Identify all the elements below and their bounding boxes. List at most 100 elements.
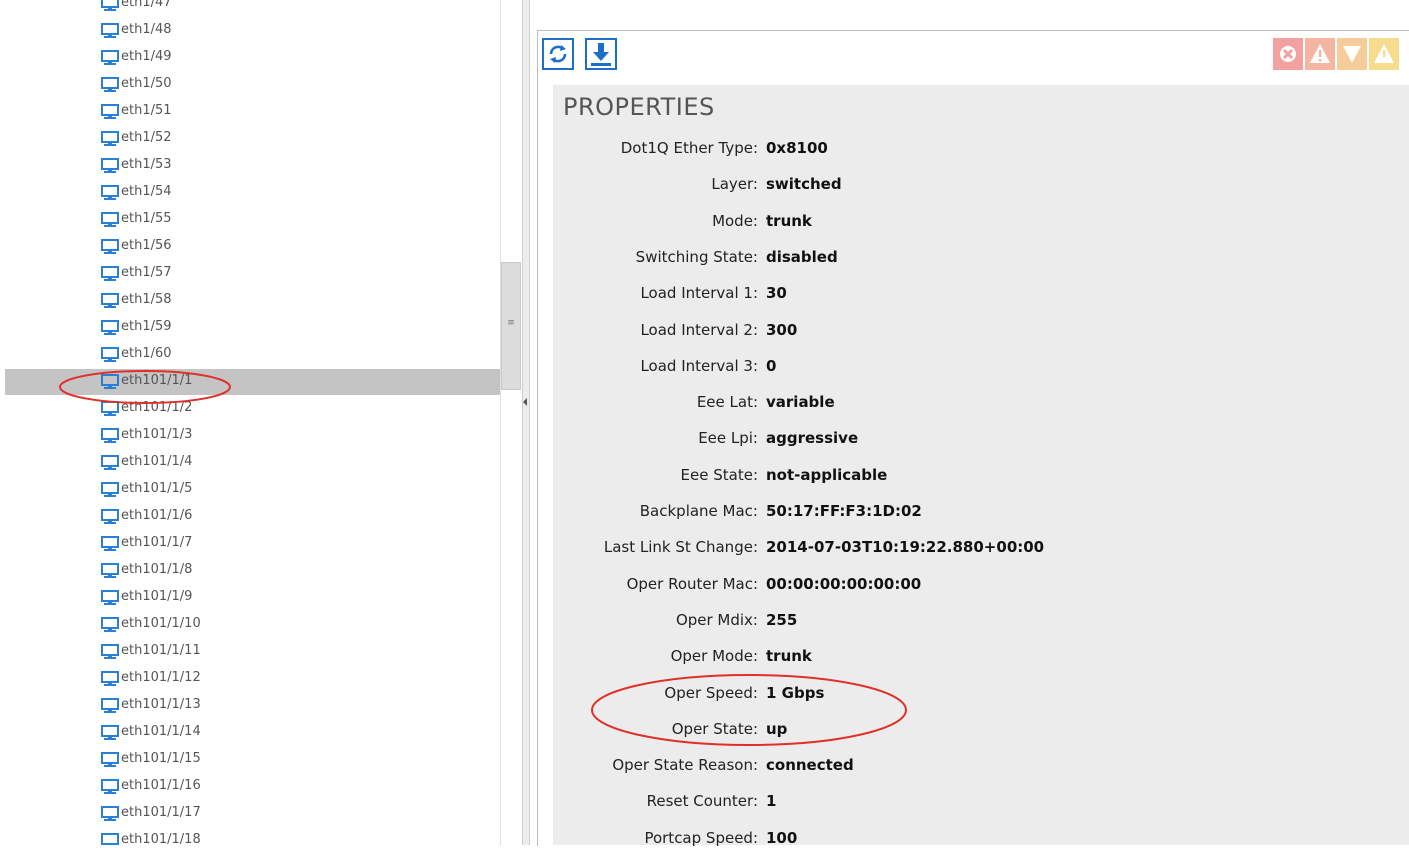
pane-splitter[interactable] xyxy=(522,0,530,845)
tree-item-label: eth1/54 xyxy=(121,184,172,199)
property-label: Switching State: xyxy=(635,247,758,266)
minor-fault-icon[interactable] xyxy=(1337,38,1367,70)
property-row: Eee Lat: variable xyxy=(553,393,1353,417)
tree-item-label: eth1/53 xyxy=(121,157,172,172)
major-fault-icon[interactable] xyxy=(1305,38,1335,70)
tree-item[interactable]: eth101/1/8 xyxy=(0,557,500,584)
property-label: Oper Speed: xyxy=(664,683,758,702)
tree-item[interactable]: eth101/1/13 xyxy=(0,692,500,719)
tree-item[interactable]: eth1/54 xyxy=(0,179,500,206)
interface-port-icon xyxy=(101,185,119,200)
tree-item[interactable]: eth101/1/16 xyxy=(0,773,500,800)
property-row: Oper Mdix: 255 xyxy=(553,611,1353,635)
fault-summary xyxy=(1273,38,1409,70)
tree-item[interactable]: eth101/1/5 xyxy=(0,476,500,503)
interface-port-icon xyxy=(101,698,119,713)
interface-port-icon xyxy=(101,320,119,335)
tree-item-label: eth101/1/16 xyxy=(121,778,201,793)
interface-tree: eth1/47 eth1/48 eth1/49 eth1/50 eth1/51 eth1/… xyxy=(0,0,500,845)
property-value: aggressive xyxy=(766,429,859,448)
critical-fault-icon[interactable] xyxy=(1273,38,1303,70)
interface-port-icon xyxy=(101,482,119,497)
tree-item[interactable]: eth101/1/14 xyxy=(0,719,500,746)
tree-item-label: eth101/1/5 xyxy=(121,481,193,496)
tree-item[interactable]: eth101/1/2 xyxy=(0,395,500,422)
interface-port-icon xyxy=(101,239,119,254)
tree-item[interactable]: eth1/50 xyxy=(0,71,500,98)
property-value: 30 xyxy=(766,284,787,303)
properties-title: PROPERTIES xyxy=(563,93,715,121)
interface-port-icon xyxy=(101,266,119,281)
tree-item[interactable]: eth1/56 xyxy=(0,233,500,260)
property-row: Eee State: not-applicable xyxy=(553,466,1353,490)
property-value: 1 xyxy=(766,792,777,811)
interface-port-icon xyxy=(101,752,119,767)
tree-item[interactable]: eth101/1/11 xyxy=(0,638,500,665)
tree-item-label: eth101/1/18 xyxy=(121,832,201,845)
property-value: 1 Gbps xyxy=(766,683,825,702)
tree-item[interactable]: eth101/1/1 xyxy=(0,368,500,395)
interface-port-icon xyxy=(101,50,119,65)
interface-port-icon xyxy=(101,374,119,389)
tree-item-label: eth101/1/6 xyxy=(121,508,193,523)
tree-item[interactable]: eth101/1/17 xyxy=(0,800,500,827)
property-value: 00:00:00:00:00:00 xyxy=(766,574,922,593)
tree-item[interactable]: eth1/60 xyxy=(0,341,500,368)
refresh-button[interactable] xyxy=(542,38,574,70)
property-value: 300 xyxy=(766,320,798,339)
tree-item-label: eth101/1/2 xyxy=(121,400,193,415)
scrollbar-grip-icon: ≡ xyxy=(507,318,515,328)
tree-item-label: eth101/1/15 xyxy=(121,751,201,766)
property-label: Dot1Q Ether Type: xyxy=(620,139,758,157)
tree-item[interactable]: eth1/55 xyxy=(0,206,500,233)
collapse-left-icon[interactable] xyxy=(523,398,527,406)
tree-scrollbar[interactable] xyxy=(500,0,523,845)
tree-item[interactable]: eth1/48 xyxy=(0,17,500,44)
tree-item-label: eth101/1/11 xyxy=(121,643,201,658)
tree-item[interactable]: eth1/53 xyxy=(0,152,500,179)
tree-item[interactable]: eth1/52 xyxy=(0,125,500,152)
tree-item-label: eth101/1/17 xyxy=(121,805,201,820)
interface-port-icon xyxy=(101,590,119,605)
tree-item[interactable]: eth1/58 xyxy=(0,287,500,314)
interface-port-icon xyxy=(101,779,119,794)
tree-item[interactable]: eth101/1/12 xyxy=(0,665,500,692)
tree-item[interactable]: eth101/1/4 xyxy=(0,449,500,476)
interface-port-icon xyxy=(101,23,119,38)
tree-item-label: eth1/51 xyxy=(121,103,172,118)
property-row: Load Interval 2: 300 xyxy=(553,321,1353,345)
tree-item[interactable]: eth1/47 xyxy=(0,0,500,17)
tree-item-label: eth1/48 xyxy=(121,22,172,37)
tree-item[interactable]: eth1/59 xyxy=(0,314,500,341)
tree-item[interactable]: eth101/1/6 xyxy=(0,503,500,530)
warning-fault-icon[interactable] xyxy=(1369,38,1399,70)
tree-item[interactable]: eth1/51 xyxy=(0,98,500,125)
tree-item[interactable]: eth101/1/18 xyxy=(0,827,500,845)
download-icon xyxy=(591,43,611,66)
tree-item[interactable]: eth1/49 xyxy=(0,44,500,71)
property-row: Backplane Mac: 50:17:FF:F3:1D:02 xyxy=(553,502,1353,526)
property-label: Oper State Reason: xyxy=(612,756,758,775)
property-row: Load Interval 1: 30 xyxy=(553,284,1353,308)
property-label: Load Interval 2: xyxy=(640,320,758,339)
property-label: Mode: xyxy=(712,211,758,230)
interface-port-icon xyxy=(101,806,119,821)
tree-item[interactable]: eth101/1/3 xyxy=(0,422,500,449)
selected-row-highlight xyxy=(5,369,500,395)
tree-item-label: eth1/57 xyxy=(121,265,172,280)
tree-item[interactable]: eth101/1/10 xyxy=(0,611,500,638)
interface-tree-list: eth1/47 eth1/48 eth1/49 eth1/50 eth1/51 eth1/… xyxy=(0,0,500,845)
property-row: Oper State Reason: connected xyxy=(553,756,1353,780)
download-button[interactable] xyxy=(585,38,617,70)
tree-item-label: eth101/1/13 xyxy=(121,697,201,712)
property-row: Oper Speed: 1 Gbps xyxy=(553,684,1353,708)
tree-item-label: eth101/1/1 xyxy=(121,373,193,388)
tree-item[interactable]: eth101/1/7 xyxy=(0,530,500,557)
property-value: switched xyxy=(766,175,842,194)
interface-port-icon xyxy=(101,509,119,524)
property-row: Eee Lpi: aggressive xyxy=(553,429,1353,453)
tree-item[interactable]: eth101/1/9 xyxy=(0,584,500,611)
tree-item[interactable]: eth101/1/15 xyxy=(0,746,500,773)
property-row: Load Interval 3: 0 xyxy=(553,357,1353,381)
tree-item[interactable]: eth1/57 xyxy=(0,260,500,287)
